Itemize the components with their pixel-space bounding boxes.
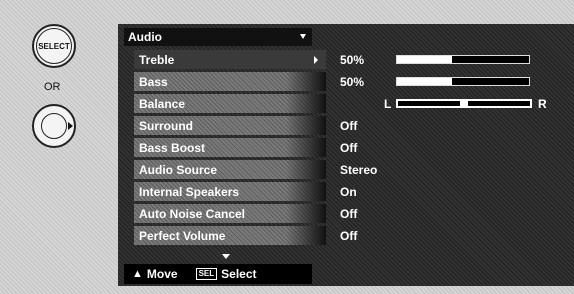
menu-item-internal-speakers[interactable]: Internal Speakers xyxy=(134,182,326,201)
menu-item-label: Audio Source xyxy=(139,162,218,177)
right-arrow-button[interactable] xyxy=(32,104,76,148)
select-button[interactable]: SELECT xyxy=(32,24,76,68)
audio-menu-panel: Audio Treble 50% Bass 50% Balance L R Su… xyxy=(118,24,574,286)
circle-right-arrow-icon xyxy=(41,113,73,139)
menu-item-bass-boost[interactable]: Bass Boost xyxy=(134,138,326,157)
or-label: OR xyxy=(44,81,61,93)
select-hint-label: Select xyxy=(221,267,257,281)
menu-item-label: Balance xyxy=(139,96,186,111)
balance-slider-knob[interactable] xyxy=(460,101,468,106)
move-hint-label: Move xyxy=(146,267,178,281)
auto-noise-cancel-value: Off xyxy=(340,206,358,221)
treble-value: 50% xyxy=(340,52,365,67)
bass-slider[interactable] xyxy=(396,77,530,86)
menu-item-balance[interactable]: Balance xyxy=(134,94,326,113)
bass-boost-value: Off xyxy=(340,140,358,155)
menu-title-label: Audio xyxy=(128,30,162,44)
menu-item-treble[interactable]: Treble xyxy=(134,50,326,69)
menu-item-label: Auto Noise Cancel xyxy=(139,206,246,221)
scroll-down-icon[interactable] xyxy=(222,254,230,259)
menu-item-audio-source[interactable]: Audio Source xyxy=(134,160,326,179)
menu-item-bass[interactable]: Bass xyxy=(134,72,326,91)
menu-footer-hints: ▲︎ Move SEL Select xyxy=(124,264,312,284)
menu-item-label: Internal Speakers xyxy=(139,184,240,199)
menu-title[interactable]: Audio xyxy=(124,28,312,46)
menu-item-surround[interactable]: Surround xyxy=(134,116,326,135)
treble-slider[interactable] xyxy=(396,55,530,64)
chevron-right-icon xyxy=(314,56,318,64)
menu-item-label: Bass Boost xyxy=(139,140,206,155)
updown-arrows-icon: ▲︎ xyxy=(132,268,143,280)
menu-item-label: Treble xyxy=(139,52,175,67)
play-arrow-icon xyxy=(68,122,73,130)
chevron-down-icon xyxy=(300,34,306,39)
bass-slider-fill xyxy=(397,78,453,85)
menu-item-label: Perfect Volume xyxy=(139,228,226,243)
audio-source-value: Stereo xyxy=(340,162,378,177)
balance-right-label: R xyxy=(538,96,547,111)
treble-slider-fill xyxy=(397,56,453,63)
select-button-label: SELECT xyxy=(36,28,72,64)
perfect-volume-value: Off xyxy=(340,228,358,243)
sel-key-icon: SEL xyxy=(195,268,218,280)
menu-item-perfect-volume[interactable]: Perfect Volume xyxy=(134,226,326,245)
balance-slider[interactable] xyxy=(396,99,532,108)
menu-item-auto-noise-cancel[interactable]: Auto Noise Cancel xyxy=(134,204,326,223)
internal-speakers-value: On xyxy=(340,184,357,199)
bass-value: 50% xyxy=(340,74,365,89)
surround-value: Off xyxy=(340,118,358,133)
menu-item-label: Bass xyxy=(139,74,168,89)
balance-left-label: L xyxy=(384,96,392,111)
menu-item-label: Surround xyxy=(139,118,193,133)
